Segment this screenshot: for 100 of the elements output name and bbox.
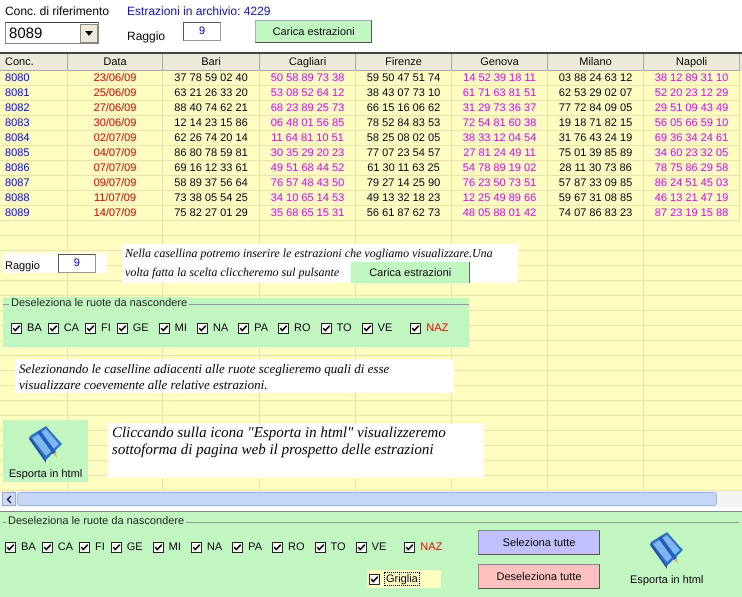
table-cell: 34 10 65 14 53 — [260, 191, 356, 206]
table-cell: 69 36 34 24 61 — [644, 131, 740, 146]
table-cell: 8083 — [0, 116, 68, 131]
table-cell: 53 08 52 64 12 — [260, 86, 356, 101]
load-button[interactable]: Carica estrazioni — [351, 262, 470, 283]
table-cell: 8088 — [0, 191, 68, 206]
table-cell: 58 25 08 02 05 — [356, 131, 452, 146]
table-cell: 12 25 49 89 66 — [452, 191, 548, 206]
checkbox[interactable] — [278, 322, 290, 334]
table-cell: 06 48 01 56 85 — [260, 116, 356, 131]
table-cell: 66 15 16 06 62 — [356, 101, 452, 116]
checkbox[interactable] — [410, 322, 422, 334]
table-cell: 8086 — [0, 161, 68, 176]
table-cell: 19 18 71 82 15 — [548, 116, 644, 131]
wheel-label: NAZ — [420, 541, 442, 553]
table-cell: 37 78 59 02 40 — [163, 71, 260, 86]
table-cell: 72 54 81 60 38 — [452, 116, 548, 131]
wheel-label: MI — [168, 541, 181, 553]
select-all-button[interactable]: Seleziona tutte — [478, 530, 600, 555]
table-cell: 62 26 74 20 14 — [163, 131, 260, 146]
horizontal-scrollbar[interactable] — [0, 491, 742, 507]
checkbox[interactable] — [404, 542, 416, 552]
wheel-label: PA — [254, 322, 268, 334]
column-header[interactable]: Firenze — [356, 54, 452, 71]
table-cell: 12 14 23 15 86 — [163, 116, 260, 131]
column-header[interactable]: Milano — [548, 54, 644, 71]
table-cell: 38 12 89 31 10 — [644, 71, 740, 86]
table-cell: 54 78 89 19 02 — [452, 161, 548, 176]
scroll-thumb[interactable] — [17, 492, 717, 506]
scroll-left-icon[interactable] — [2, 492, 16, 506]
table-cell: 30/06/09 — [68, 116, 163, 131]
table-cell: 11/07/09 — [68, 191, 163, 206]
table-cell: 28 11 30 73 86 — [548, 161, 644, 176]
table-cell: 69 16 12 33 61 — [163, 161, 260, 176]
checkbox[interactable] — [320, 322, 332, 334]
wheel-label: NA — [206, 541, 222, 553]
reference-label: Conc. di riferimento — [5, 4, 110, 18]
note-text: Selezionando le caselline adiacenti alle ruote sceglieremo quali di esse visualizzare coevemente alle relative estrazioni. — [15, 359, 454, 393]
note-text: Nella casellina potremo inserire le estrazioni che vogliamo visualizzare.Una — [125, 245, 494, 262]
deselect-all-button[interactable]: Deseleziona tutte — [478, 564, 600, 589]
checkbox[interactable] — [48, 322, 59, 334]
wheel-label: VE — [378, 322, 392, 334]
checkbox[interactable] — [272, 542, 284, 552]
column-header[interactable]: Data — [68, 54, 163, 71]
column-header[interactable]: Cagliari — [260, 54, 356, 71]
wheel-label: NAZ — [426, 322, 448, 334]
table-cell: 29 51 09 43 49 — [644, 101, 740, 116]
column-header[interactable]: Bari — [163, 54, 260, 71]
table-cell: 31 76 43 24 19 — [548, 131, 644, 146]
column-header[interactable]: Napoli — [644, 54, 740, 71]
table-cell: 30 35 29 20 23 — [260, 146, 356, 161]
checkbox[interactable] — [362, 322, 373, 334]
table-cell: 75 01 39 85 89 — [548, 146, 644, 161]
table-cell: 61 71 63 81 51 — [452, 86, 548, 101]
table-cell: 38 33 12 04 54 — [452, 131, 548, 146]
export-button[interactable]: Esporta in html — [3, 420, 88, 482]
wheel-label: MI — [174, 322, 187, 334]
checkbox[interactable] — [190, 542, 202, 552]
table-cell: 8082 — [0, 101, 68, 116]
load-button[interactable]: Carica estrazioni — [255, 20, 372, 43]
column-header[interactable]: Genova — [452, 54, 548, 71]
table-cell: 04/07/09 — [68, 146, 163, 161]
checkbox[interactable] — [158, 322, 170, 334]
wheel-label: FI — [94, 541, 105, 553]
checkbox[interactable] — [110, 542, 122, 552]
table-cell: 34 60 23 32 05 — [644, 146, 740, 161]
checkbox[interactable] — [314, 542, 326, 552]
table-cell: 49 51 68 44 52 — [260, 161, 356, 176]
checkbox[interactable] — [116, 322, 128, 334]
radius-label: Raggio — [127, 28, 166, 42]
radius-field[interactable]: 9 — [183, 22, 222, 41]
table-cell: 59 50 47 51 74 — [356, 71, 452, 86]
checkbox[interactable] — [84, 322, 96, 334]
column-header[interactable]: Conc. — [0, 54, 68, 71]
checkbox[interactable] — [232, 542, 244, 552]
table-cell: 31 29 73 36 37 — [452, 101, 548, 116]
checkbox[interactable] — [152, 542, 164, 552]
table-cell: 38 43 07 73 10 — [356, 86, 452, 101]
checkbox[interactable] — [42, 542, 53, 552]
checkbox[interactable] — [238, 322, 250, 334]
table-cell: 56 05 66 59 10 — [644, 116, 740, 131]
table-cell: 23/06/09 — [68, 71, 163, 86]
table-cell: 11 64 81 10 51 — [260, 131, 356, 146]
checkbox[interactable] — [5, 542, 16, 552]
radius-field[interactable]: 9 — [58, 254, 96, 272]
table-cell: 07/07/09 — [68, 161, 163, 176]
reference-dropdown[interactable]: 8089 — [5, 22, 99, 44]
checkbox[interactable] — [78, 542, 90, 552]
wheel-label: RO — [294, 322, 311, 334]
table-cell: 8080 — [0, 71, 68, 86]
table-cell: 8085 — [0, 146, 68, 161]
table-cell: 68 23 89 25 73 — [260, 101, 356, 116]
table-cell: 59 67 31 08 85 — [548, 191, 644, 206]
export-button[interactable]: Esporta in html — [630, 528, 704, 592]
table-cell: 77 72 84 09 05 — [548, 101, 644, 116]
checkbox[interactable] — [369, 574, 380, 584]
table-cell: 78 52 84 83 53 — [356, 116, 452, 131]
checkbox[interactable] — [11, 322, 22, 334]
checkbox[interactable] — [196, 322, 208, 334]
checkbox[interactable] — [356, 542, 367, 552]
